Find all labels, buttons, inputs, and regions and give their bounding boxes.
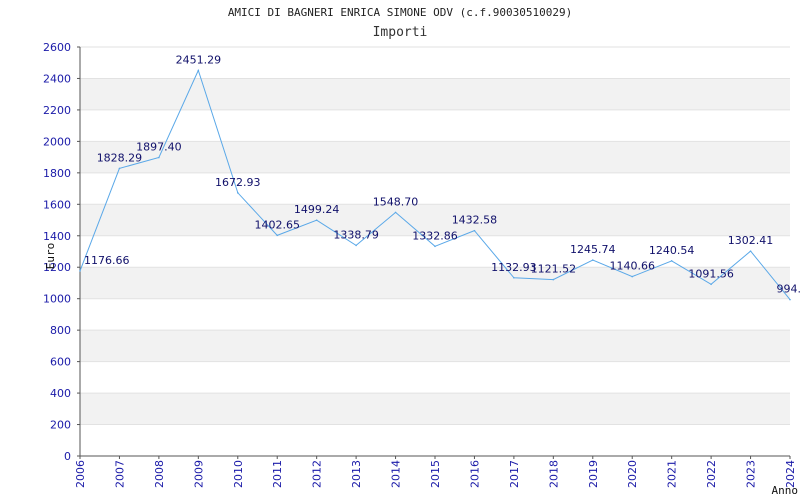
- x-tick-label: 2013: [350, 460, 363, 488]
- y-axis-label: Euro: [44, 243, 57, 270]
- data-point: [236, 192, 239, 194]
- grid-band: [80, 330, 790, 362]
- data-label: 1332.86: [412, 229, 458, 242]
- data-point: [394, 211, 397, 214]
- y-tick-label: 2600: [43, 41, 71, 54]
- y-tick-label: 2200: [43, 104, 71, 117]
- x-tick-label: 2017: [508, 460, 521, 488]
- x-tick-label: 2020: [626, 460, 639, 488]
- data-label: 1402.65: [254, 218, 300, 231]
- x-tick-label: 2016: [468, 460, 481, 488]
- data-label: 1499.24: [294, 203, 340, 216]
- data-label: 1245.74: [570, 243, 616, 256]
- data-label: 1432.58: [452, 214, 498, 227]
- data-label: 1240.54: [649, 244, 695, 257]
- data-point: [79, 270, 81, 272]
- data-point: [670, 260, 673, 262]
- x-tick-label: 2008: [153, 460, 166, 488]
- grid-band: [80, 141, 790, 173]
- y-tick-label: 1400: [43, 230, 71, 243]
- y-tick-label: 1000: [43, 293, 71, 306]
- y-tick-label: 400: [50, 387, 71, 400]
- data-label: 1897.40: [136, 141, 182, 154]
- y-tick-label: 1600: [43, 198, 71, 211]
- data-label: 1140.66: [609, 260, 655, 273]
- y-tick-label: 600: [50, 356, 71, 369]
- chart: AMICI DI BAGNERI ENRICA SIMONE ODV (c.f.…: [0, 0, 800, 500]
- data-point: [473, 229, 476, 232]
- x-tick-label: 2018: [547, 460, 560, 488]
- data-point: [710, 283, 712, 286]
- data-label: 1091.56: [688, 267, 734, 280]
- x-tick-label: 2022: [705, 460, 718, 488]
- data-label: 1176.66: [84, 254, 130, 267]
- data-point: [315, 219, 318, 221]
- x-axis-label: Anno: [772, 484, 799, 497]
- grid-band: [80, 267, 790, 299]
- data-point: [118, 167, 121, 170]
- y-tick-label: 0: [64, 450, 71, 463]
- data-point: [355, 244, 357, 247]
- y-tick-label: 2400: [43, 72, 71, 85]
- data-point: [789, 298, 791, 301]
- data-label: 1672.93: [215, 176, 261, 189]
- data-point: [434, 245, 436, 248]
- data-label: 1548.70: [373, 195, 419, 208]
- data-point: [276, 234, 279, 237]
- x-tick-label: 2009: [192, 460, 205, 488]
- x-tick-label: 2012: [311, 460, 324, 488]
- y-tick-label: 200: [50, 419, 71, 432]
- x-tick-label: 2021: [666, 460, 679, 488]
- x-tick-label: 2014: [390, 460, 403, 488]
- data-label: 1121.52: [531, 263, 577, 276]
- grid-band: [80, 393, 790, 425]
- data-point: [631, 275, 634, 278]
- data-label: 1338.79: [333, 228, 379, 241]
- data-label: 994.1: [777, 283, 800, 296]
- grid-band: [80, 78, 790, 110]
- x-tick-label: 2007: [113, 460, 126, 488]
- y-tick-label: 800: [50, 324, 71, 337]
- data-point: [749, 250, 752, 252]
- data-point: [197, 69, 200, 72]
- x-tick-label: 2019: [587, 460, 600, 488]
- y-tick-label: 1800: [43, 167, 71, 180]
- x-tick-label: 2010: [232, 460, 245, 488]
- x-tick-label: 2006: [74, 460, 87, 488]
- data-point: [552, 278, 555, 281]
- data-point: [591, 259, 594, 261]
- data-label: 2451.29: [176, 53, 222, 66]
- data-point: [513, 276, 515, 279]
- y-tick-label: 2000: [43, 135, 71, 148]
- data-point: [158, 156, 160, 159]
- x-tick-label: 2015: [429, 460, 442, 488]
- x-tick-label: 2011: [271, 460, 284, 488]
- x-tick-label: 2023: [745, 460, 758, 488]
- data-label: 1302.41: [728, 234, 774, 247]
- plot-area: 0200400600800100012001400160018002000220…: [43, 41, 800, 497]
